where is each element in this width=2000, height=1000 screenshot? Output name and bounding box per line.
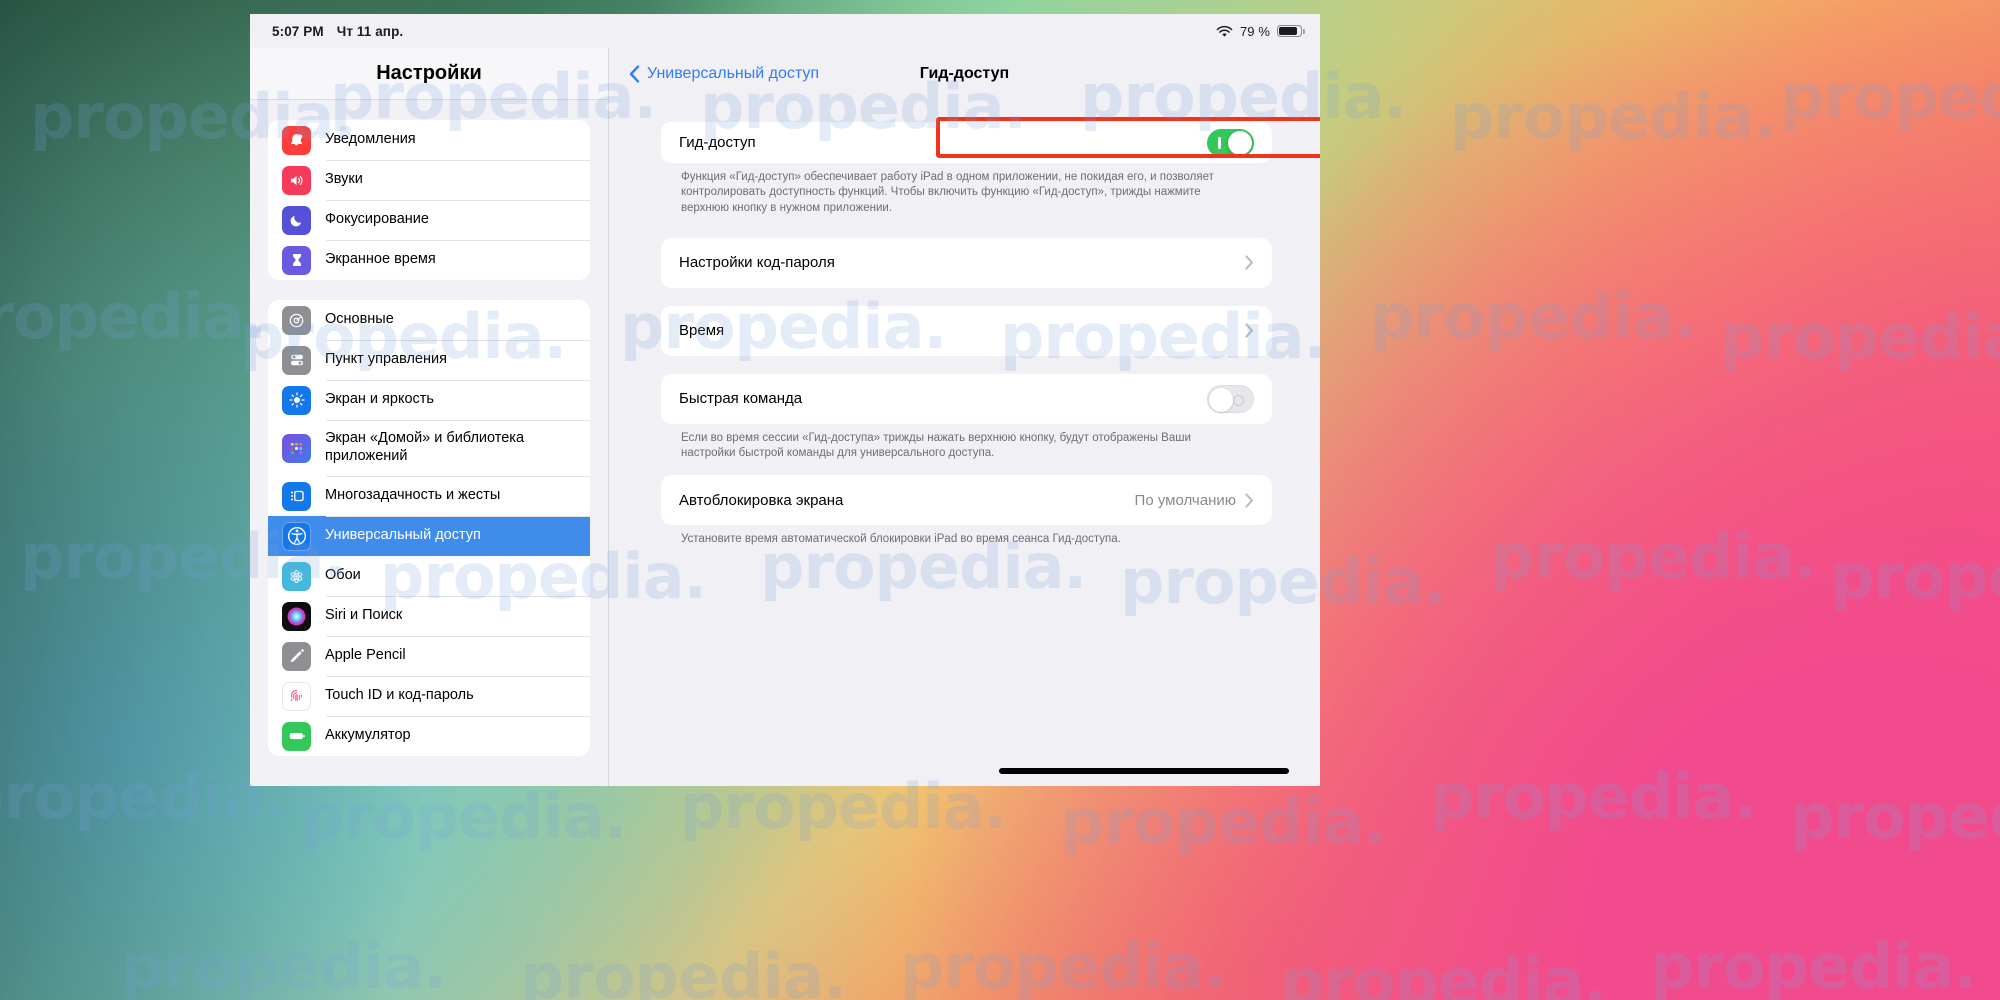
- wifi-icon: [1216, 25, 1233, 37]
- hourglass-icon: [282, 245, 311, 275]
- sidebar-item-label: Основные: [325, 311, 394, 328]
- home-indicator: [998, 768, 1289, 774]
- battery-icon: [1277, 25, 1305, 37]
- sidebar-item-label: Универсальный доступ: [325, 527, 481, 544]
- app-grid-icon: [282, 433, 311, 463]
- sidebar-item-focus[interactable]: Фокусирование: [268, 200, 590, 240]
- status-bar-time: 5:07 PM: [272, 23, 324, 39]
- siri-icon: [282, 601, 311, 631]
- fingerprint-icon: [282, 681, 311, 711]
- sidebar-item-label: Звуки: [325, 171, 363, 188]
- autolock-row[interactable]: Автоблокировка экрана По умолчанию: [661, 475, 1272, 525]
- back-button-label: Универсальный доступ: [647, 65, 820, 82]
- sidebar-item-general[interactable]: Основные: [268, 300, 590, 340]
- chevron-right-icon: [1245, 255, 1253, 270]
- bell-icon: [282, 125, 311, 155]
- sidebar-item-display-brightness[interactable]: Экран и яркость: [268, 380, 590, 420]
- chevron-right-icon: [1245, 323, 1253, 338]
- autolock-footnote: Установите время автоматической блокиров…: [681, 533, 1121, 546]
- sidebar-item-label: Пункт управления: [325, 351, 447, 368]
- sidebar-item-multitasking[interactable]: Многозадачность и жесты: [268, 476, 590, 516]
- sidebar-item-home-screen[interactable]: Экран «Домой» и библиотека приложений: [268, 420, 590, 476]
- speaker-icon: [282, 165, 311, 195]
- detail-pane: Универсальный доступ Гид-доступ Гид-дост…: [608, 48, 1320, 786]
- sidebar-group-1: Уведомления Звуки Фокусирование Экранное…: [268, 120, 590, 280]
- page-title: Настройки: [376, 62, 482, 84]
- sidebar-item-battery[interactable]: Аккумулятор: [268, 716, 590, 756]
- sidebar-item-label: Экран и яркость: [325, 391, 434, 408]
- shortcut-toggle[interactable]: [1207, 384, 1254, 413]
- sidebar-item-wallpaper[interactable]: Обои: [268, 556, 590, 596]
- sidebar-item-label: Уведомления: [325, 131, 416, 148]
- flower-icon: [282, 561, 311, 591]
- time-card: Время: [661, 305, 1272, 356]
- status-bar-date: Чт 11 апр.: [336, 23, 404, 39]
- sidebar-item-touch-id[interactable]: Touch ID и код-пароль: [268, 676, 590, 716]
- shortcut-row[interactable]: Быстрая команда: [661, 374, 1272, 424]
- accessibility-icon: [282, 521, 311, 551]
- sidebar-item-control-center[interactable]: Пункт управления: [268, 340, 590, 380]
- gear-icon: [282, 305, 311, 335]
- sidebar-item-accessibility[interactable]: Универсальный доступ: [268, 516, 590, 556]
- battery-percent-label: 79 %: [1239, 23, 1270, 39]
- sidebar-item-label: Siri и Поиск: [325, 607, 403, 624]
- status-bar: 5:07 PM Чт 11 апр. 79 %: [250, 14, 1320, 48]
- sidebar-group-2: Основные Пункт управления Экран и яркост…: [268, 300, 590, 756]
- multitasking-icon: [282, 481, 311, 511]
- detail-content: Гид-доступ Функция «Гид-доступ» обеспечи…: [609, 100, 1320, 786]
- autolock-value: По умолчанию: [1134, 491, 1236, 509]
- sidebar-item-label: Apple Pencil: [325, 647, 406, 664]
- shortcut-footnote: Если во время сессии «Гид-доступа» трижд…: [681, 431, 1191, 460]
- time-row[interactable]: Время: [661, 306, 1272, 356]
- guided-access-label: Гид-доступ: [679, 134, 756, 151]
- sidebar-item-label: Многозадачность и жесты: [325, 487, 501, 504]
- control-center-icon: [282, 345, 311, 375]
- passcode-settings-card: Настройки код-пароля: [661, 237, 1272, 288]
- pencil-icon: [282, 641, 311, 671]
- autolock-label: Автоблокировка экрана: [679, 491, 844, 509]
- sidebar-item-label: Обои: [325, 567, 361, 584]
- battery-green-icon: [282, 721, 311, 751]
- sidebar-item-label: Touch ID и код-пароль: [325, 687, 474, 704]
- passcode-settings-row[interactable]: Настройки код-пароля: [661, 238, 1272, 288]
- shortcut-label: Быстрая команда: [679, 390, 803, 408]
- sidebar-item-sounds[interactable]: Звуки: [268, 160, 590, 200]
- sidebar-item-apple-pencil[interactable]: Apple Pencil: [268, 636, 590, 676]
- time-label: Время: [679, 322, 725, 340]
- sidebar-scroll-area[interactable]: Уведомления Звуки Фокусирование Экранное…: [250, 100, 608, 786]
- sidebar-item-notifications[interactable]: Уведомления: [268, 120, 590, 160]
- guided-access-toggle[interactable]: [1207, 128, 1254, 157]
- sidebar-item-label: Экранное время: [325, 251, 436, 268]
- passcode-settings-label: Настройки код-пароля: [679, 254, 835, 272]
- chevron-right-icon: [1245, 493, 1253, 508]
- guided-access-card: Гид-доступ: [661, 122, 1272, 163]
- ipad-screen: 5:07 PM Чт 11 апр. 79 % Настройки Уведом…: [250, 14, 1320, 786]
- sidebar-item-screen-time[interactable]: Экранное время: [268, 240, 590, 280]
- back-button[interactable]: Универсальный доступ: [629, 65, 819, 83]
- shortcut-card: Быстрая команда: [661, 373, 1272, 424]
- chevron-left-icon: [629, 65, 640, 83]
- sidebar-header: Настройки: [250, 48, 608, 100]
- sidebar-item-label: Аккумулятор: [325, 727, 411, 744]
- sidebar-item-siri-search[interactable]: Siri и Поиск: [268, 596, 590, 636]
- moon-icon: [282, 205, 311, 235]
- autolock-card: Автоблокировка экрана По умолчанию: [661, 475, 1272, 526]
- detail-nav-bar: Универсальный доступ Гид-доступ: [609, 48, 1320, 100]
- sidebar-item-label: Фокусирование: [325, 211, 429, 228]
- guided-access-row[interactable]: Гид-доступ: [661, 122, 1272, 163]
- sidebar-item-label: Экран «Домой» и библиотека приложений: [325, 430, 525, 464]
- brightness-icon: [282, 385, 311, 415]
- settings-sidebar: Настройки Уведомления Звуки Фокусировани…: [250, 48, 608, 786]
- guided-access-footnote: Функция «Гид-доступ» обеспечивает работу…: [681, 171, 1214, 214]
